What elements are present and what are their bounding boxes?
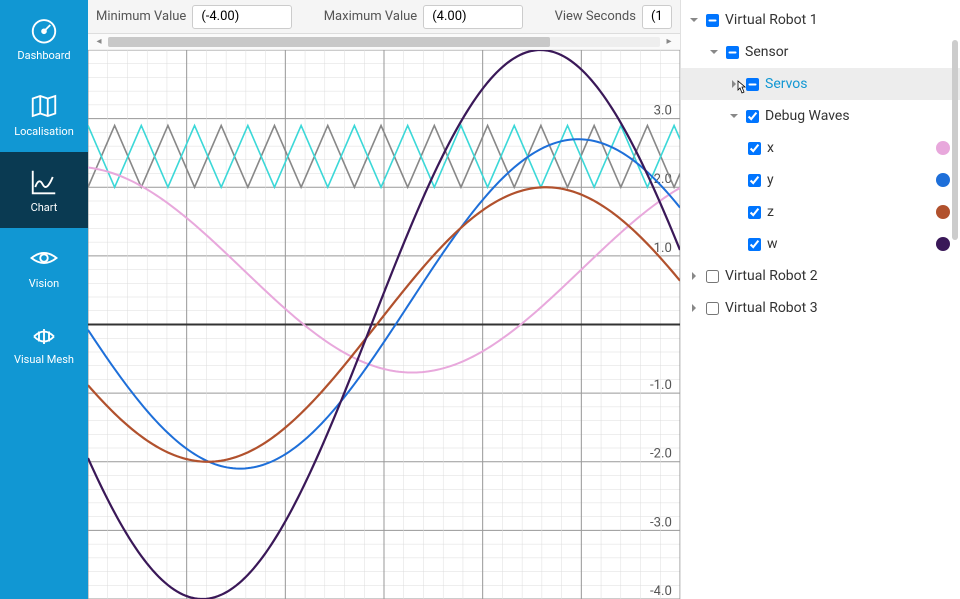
tree-checkbox-servos[interactable] [746,78,759,91]
color-swatch-w [936,237,950,251]
tree-row-x[interactable]: x [681,132,960,164]
view-seconds-input[interactable] [642,5,672,29]
sidebar: Dashboard Localisation Chart Vision Visu… [0,0,88,599]
main-content: Minimum Value Maximum Value View Seconds… [88,0,960,599]
color-swatch-z [936,205,950,219]
tree-panel: Virtual Robot 1 Sensor Servos Debug Wave… [680,0,960,599]
scroll-track[interactable] [108,37,660,47]
sidebar-item-localisation[interactable]: Localisation [0,76,88,152]
tree-row-w[interactable]: w [681,228,960,260]
tree-label: Servos [761,76,950,92]
sidebar-item-label: Localisation [14,125,74,138]
scroll-left-arrow[interactable]: ◂ [94,37,104,47]
sidebar-item-chart[interactable]: Chart [0,152,88,228]
tree-checkbox-w[interactable] [748,238,761,251]
chevron-right-icon[interactable] [685,302,703,314]
tree-label: Sensor [741,44,950,60]
tree-label: Virtual Robot 3 [721,300,950,316]
svg-text:-3.0: -3.0 [650,515,672,530]
chart-scrollbar[interactable]: ◂ ▸ [88,34,680,50]
tree-checkbox-y[interactable] [748,174,761,187]
chart-toolbar: Minimum Value Maximum Value View Seconds [88,0,680,34]
tree-label: w [763,236,936,252]
tree-label: y [763,172,936,188]
tree-checkbox-sensor[interactable] [726,46,739,59]
tree-label: Virtual Robot 1 [721,12,950,28]
svg-text:-2.0: -2.0 [650,447,672,462]
scroll-right-arrow[interactable]: ▸ [664,37,674,47]
mesh-icon [29,319,59,349]
tree-checkbox-z[interactable] [748,206,761,219]
gauge-icon [29,15,59,45]
tree-checkbox-robot1[interactable] [706,14,719,27]
chart-area[interactable]: 4.03.02.01.0-1.0-2.0-3.0-4.0 [88,50,680,599]
max-value-input[interactable] [423,5,523,29]
tree-row-y[interactable]: y [681,164,960,196]
svg-text:-1.0: -1.0 [650,378,672,393]
chevron-right-icon[interactable] [725,78,743,90]
servos-link[interactable]: Servos [765,76,808,92]
chart-column: Minimum Value Maximum Value View Seconds… [88,0,680,599]
scroll-thumb[interactable] [108,37,550,47]
chevron-down-icon[interactable] [725,110,743,122]
tree-label: Debug Waves [761,108,950,124]
sidebar-item-label: Dashboard [17,49,70,62]
tree-row-sensor[interactable]: Sensor [681,36,960,68]
min-value-label: Minimum Value [96,9,186,24]
tree-row-z[interactable]: z [681,196,960,228]
tree-row-robot3[interactable]: Virtual Robot 3 [681,292,960,324]
chevron-down-icon[interactable] [685,14,703,26]
sidebar-item-label: Visual Mesh [14,353,74,366]
tree-label: Virtual Robot 2 [721,268,950,284]
svg-text:-4.0: -4.0 [650,584,672,599]
sidebar-item-label: Chart [31,201,58,214]
view-seconds-label: View Seconds [555,9,636,24]
tree-label: z [763,204,936,220]
tree-row-robot2[interactable]: Virtual Robot 2 [681,260,960,292]
eye-icon [29,243,59,273]
sidebar-item-label: Vision [29,277,59,290]
tree-label: x [763,140,936,156]
max-value-label: Maximum Value [324,9,418,24]
chevron-down-icon[interactable] [705,46,723,58]
chevron-right-icon[interactable] [685,270,703,282]
tree-row-debug-waves[interactable]: Debug Waves [681,100,960,132]
tree-checkbox-x[interactable] [748,142,761,155]
sidebar-item-visual-mesh[interactable]: Visual Mesh [0,304,88,380]
sidebar-item-dashboard[interactable]: Dashboard [0,0,88,76]
color-swatch-y [936,173,950,187]
sidebar-item-vision[interactable]: Vision [0,228,88,304]
map-icon [29,91,59,121]
chart-svg: 4.03.02.01.0-1.0-2.0-3.0-4.0 [88,50,680,599]
tree-checkbox-debug[interactable] [746,110,759,123]
min-value-input[interactable] [192,5,292,29]
tree-row-robot1[interactable]: Virtual Robot 1 [681,4,960,36]
tree-checkbox-robot2[interactable] [706,270,719,283]
color-swatch-x [936,141,950,155]
tree-scrollbar[interactable] [952,40,958,240]
tree-row-servos[interactable]: Servos [681,68,960,100]
svg-text:3.0: 3.0 [654,104,672,119]
tree-checkbox-robot3[interactable] [706,302,719,315]
chart-icon [29,167,59,197]
